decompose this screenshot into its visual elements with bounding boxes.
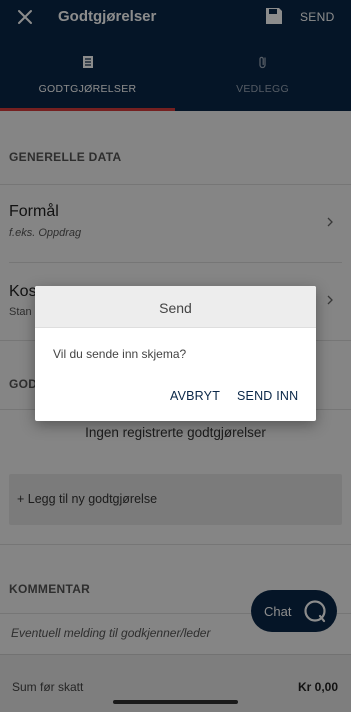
home-indicator <box>113 700 238 704</box>
send-inn-button[interactable]: SEND INN <box>237 389 298 403</box>
dialog-header: Send <box>35 286 316 328</box>
send-confirm-dialog: Send Vil du sende inn skjema? AVBRYT SEN… <box>35 286 316 421</box>
dialog-message: Vil du sende inn skjema? <box>53 347 187 361</box>
cancel-button[interactable]: AVBRYT <box>170 389 220 403</box>
dialog-title: Send <box>159 300 192 316</box>
